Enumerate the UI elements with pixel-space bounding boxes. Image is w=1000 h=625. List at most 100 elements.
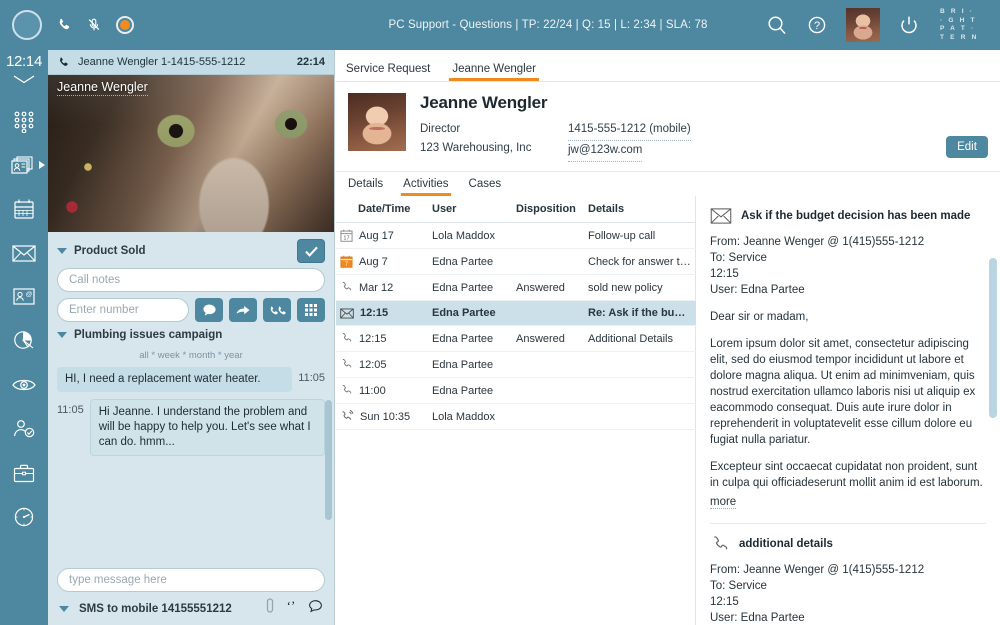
cell-disposition bbox=[516, 300, 588, 326]
product-sold-section: Product Sold bbox=[48, 232, 334, 268]
quote-icon[interactable]: ‘’ bbox=[284, 598, 298, 618]
message-time: 11:05 bbox=[57, 404, 84, 416]
dialpad-icon bbox=[14, 111, 34, 133]
cell-disposition bbox=[516, 403, 588, 430]
confirm-button[interactable] bbox=[297, 239, 325, 263]
help-icon[interactable]: ? bbox=[806, 14, 828, 36]
chat-scrollbar[interactable] bbox=[325, 400, 332, 520]
sidebar-item-cases[interactable] bbox=[0, 451, 48, 495]
tab-activities[interactable]: Activities bbox=[401, 178, 451, 196]
email-user: User: Edna Partee bbox=[710, 284, 805, 296]
cell-datetime: 12:15 bbox=[336, 325, 432, 352]
message-input[interactable]: type message here bbox=[57, 568, 325, 592]
cell-user: Lola Maddox bbox=[432, 403, 516, 430]
sidebar-item-contacts[interactable]: @ bbox=[0, 275, 48, 319]
sidebar-item-cards[interactable] bbox=[0, 143, 48, 187]
email-more-link[interactable]: more bbox=[710, 496, 737, 509]
video-preview[interactable]: Jeanne Wengler bbox=[48, 75, 334, 232]
number-input[interactable]: Enter number bbox=[57, 298, 189, 322]
svg-text:17: 17 bbox=[343, 236, 349, 242]
chat-bubble-icon[interactable] bbox=[195, 298, 223, 322]
queue-status-text: PC Support - Questions | TP: 22/24 | Q: … bbox=[388, 19, 708, 31]
detail-scrollbar[interactable] bbox=[989, 258, 997, 418]
svg-text:@: @ bbox=[26, 291, 33, 298]
cell-details: Check for answer to … bbox=[588, 248, 696, 275]
calendar-7-orange-icon: 7 bbox=[340, 255, 353, 268]
contact-name: Jeanne Wengler bbox=[420, 93, 548, 112]
chevron-down-icon[interactable] bbox=[59, 605, 69, 612]
interaction-header[interactable]: Jeanne Wengler 1-1415-555-1212 22:14 bbox=[48, 50, 334, 75]
phone-icon[interactable] bbox=[56, 17, 72, 33]
attachment-icon[interactable] bbox=[266, 598, 274, 619]
svg-text:7: 7 bbox=[345, 262, 348, 268]
dialpad-icon[interactable] bbox=[297, 298, 325, 322]
interaction-panel: Jeanne Wengler 1-1415-555-1212 22:14 Jea… bbox=[48, 50, 335, 625]
sidebar-item-dashboard[interactable] bbox=[0, 495, 48, 539]
table-row[interactable]: Mar 12 Edna Partee Answered sold new policy bbox=[336, 274, 696, 301]
contact-subtabs: Details Activities Cases bbox=[336, 171, 1000, 196]
chevron-down-icon[interactable] bbox=[57, 332, 67, 338]
email-salutation: Dear sir or madam, bbox=[710, 311, 809, 323]
datetime-text: 12:05 bbox=[359, 358, 387, 371]
sidebar-item-dialpad[interactable] bbox=[0, 99, 48, 143]
search-icon[interactable] bbox=[766, 14, 788, 36]
campaign-label: Plumbing issues campaign bbox=[74, 329, 223, 341]
sidebar-item-agents[interactable] bbox=[0, 407, 48, 451]
email-from: From: Jeanne Wenger @ 1(415)555-1212 bbox=[710, 236, 925, 248]
message-text: HI, I need a replacement water heater. bbox=[57, 367, 293, 392]
table-row[interactable]: 12:05 Edna Partee bbox=[336, 351, 696, 378]
chevron-down-icon[interactable] bbox=[57, 248, 67, 254]
table-row[interactable]: 7 Aug 7 Edna Partee Check for answer to … bbox=[336, 248, 696, 275]
chat-bubble-icon[interactable] bbox=[308, 599, 323, 618]
table-header-row: Date/Time User Disposition Details bbox=[336, 196, 696, 223]
sidebar-item-calendar[interactable] bbox=[0, 187, 48, 231]
avatar[interactable] bbox=[12, 10, 42, 40]
conference-icon[interactable] bbox=[263, 298, 291, 322]
table-row[interactable]: 17 Aug 17 Lola Maddox Follow-up call bbox=[336, 222, 696, 249]
contact-email[interactable]: jw@123w.com bbox=[568, 141, 643, 162]
main-content: Service Request Jeanne Wengler Jeanne We… bbox=[336, 50, 1000, 625]
cell-details bbox=[588, 351, 696, 378]
table-row[interactable]: 12:15 Edna Partee Re: Ask if the budget … bbox=[336, 300, 696, 326]
sidebar-item-monitor[interactable] bbox=[0, 363, 48, 407]
transfer-icon[interactable] bbox=[229, 298, 257, 322]
phone-icon bbox=[59, 56, 68, 66]
logo-line: T E R N bbox=[940, 33, 979, 41]
user-photo[interactable] bbox=[846, 8, 880, 42]
tab-jeanne-wengler[interactable]: Jeanne Wengler bbox=[449, 63, 539, 81]
chat-message-list[interactable]: all * week * month * year HI, I need a r… bbox=[48, 346, 334, 568]
cell-user: Edna Partee bbox=[432, 300, 516, 326]
record-dot-icon[interactable] bbox=[116, 16, 134, 34]
call-notes-input[interactable]: Call notes bbox=[57, 268, 325, 292]
cell-disposition bbox=[516, 351, 588, 378]
sidebar-item-reports[interactable] bbox=[0, 319, 48, 363]
table-row[interactable]: 11:00 Edna Partee bbox=[336, 377, 696, 404]
col-disposition: Disposition bbox=[516, 196, 588, 223]
contact-phone[interactable]: 1415-555-1212 (mobile) bbox=[568, 120, 691, 141]
power-icon[interactable] bbox=[898, 14, 920, 36]
interaction-title: Jeanne Wengler 1-1415-555-1212 bbox=[78, 56, 246, 68]
campaign-section: Plumbing issues campaign bbox=[48, 322, 334, 346]
table-row[interactable]: 12:15 Edna Partee Answered Additional Detai… bbox=[336, 325, 696, 352]
table-row[interactable]: Sun 10:35 Lola Maddox bbox=[336, 403, 696, 430]
message-text: Hi Jeanne. I understand the problem and … bbox=[89, 399, 325, 456]
sidebar-item-email[interactable] bbox=[0, 231, 48, 275]
cell-datetime: Sun 10:35 bbox=[336, 403, 432, 430]
activities-split: Date/Time User Disposition Details 17 Aug… bbox=[336, 196, 1000, 625]
cell-datetime: 12:05 bbox=[336, 351, 432, 378]
mic-muted-icon[interactable] bbox=[86, 17, 102, 33]
edit-button[interactable]: Edit bbox=[946, 136, 988, 158]
tab-cases[interactable]: Cases bbox=[469, 178, 502, 196]
tab-service-request[interactable]: Service Request bbox=[346, 63, 430, 81]
tab-details[interactable]: Details bbox=[348, 178, 383, 196]
pie-chart-icon bbox=[14, 331, 34, 349]
chat-message-in: HI, I need a replacement water heater. 1… bbox=[57, 367, 325, 392]
activities-table: Date/Time User Disposition Details 17 Aug… bbox=[336, 196, 696, 430]
chat-filter-line[interactable]: all * week * month * year bbox=[57, 346, 325, 367]
activity-detail-panel: Ask if the budget decision has been made… bbox=[696, 196, 1000, 625]
brand-logo: B R I · · G H T P A T · T E R N bbox=[938, 8, 990, 42]
chevron-down-icon[interactable] bbox=[12, 71, 36, 89]
phone-waves-icon bbox=[340, 410, 354, 423]
video-caller-name: Jeanne Wengler bbox=[57, 80, 148, 96]
cell-user: Edna Partee bbox=[432, 377, 516, 404]
